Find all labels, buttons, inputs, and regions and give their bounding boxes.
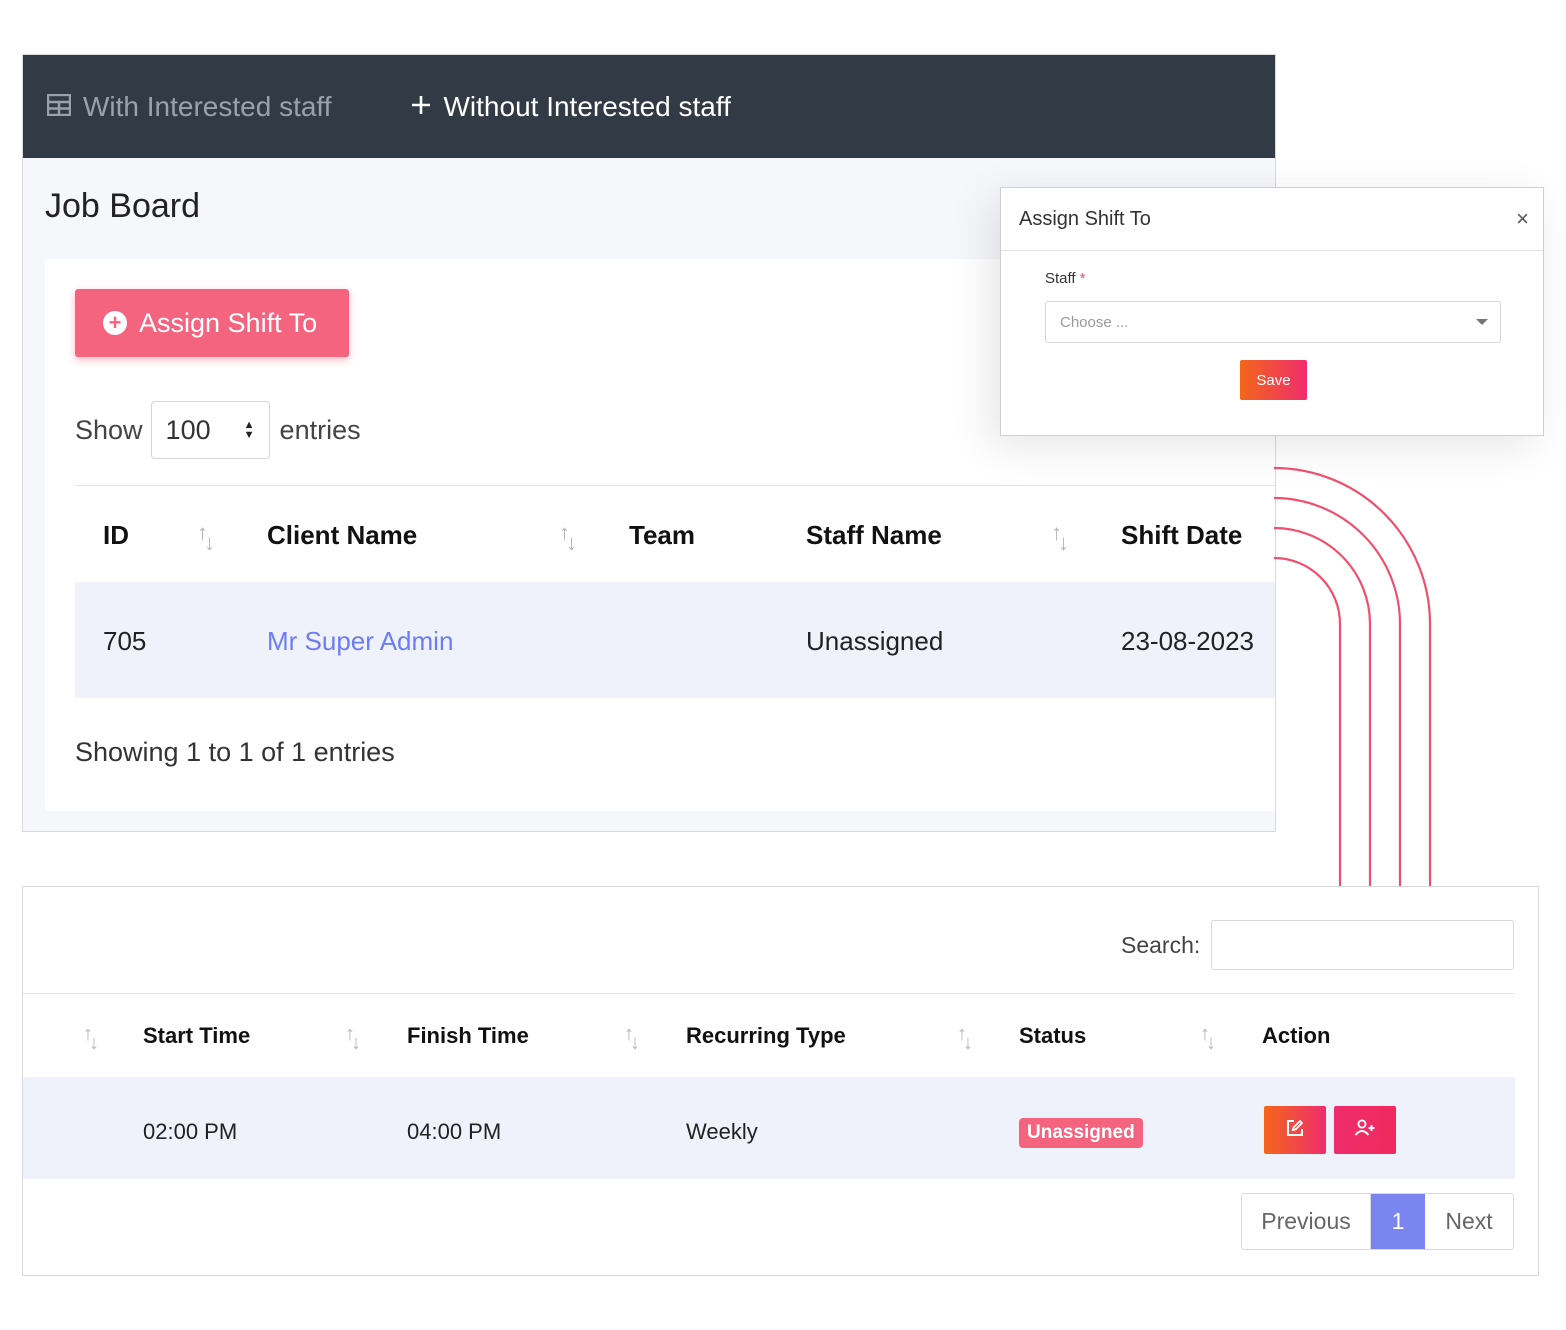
sort-icon[interactable]: ↑↓ <box>1051 520 1069 555</box>
column-header-action: Action <box>1262 1023 1331 1048</box>
cell-shift-date: 23-08-2023 <box>1121 626 1254 656</box>
next-page-button[interactable]: Next <box>1425 1194 1513 1249</box>
search-label: Search: <box>1121 932 1201 958</box>
table-row: 02:00 PM 04:00 PM Weekly Unassigned <box>23 1077 1515 1179</box>
pagination: Previous 1 Next <box>1241 1193 1514 1250</box>
sort-icon[interactable]: ↑↓ <box>1200 1023 1216 1054</box>
sort-icon[interactable]: ↑↓ <box>197 520 215 555</box>
assign-shift-label: Assign Shift To <box>139 307 318 338</box>
table-header: ID ↑↓ Client Name ↑↓ Team Staff Name ↑↓ … <box>75 486 1275 582</box>
page-title: Job Board <box>45 187 200 225</box>
table-icon <box>46 91 72 123</box>
plus-icon <box>410 91 432 123</box>
user-plus-icon <box>1354 1118 1376 1143</box>
modal-title: Assign Shift To <box>1019 207 1151 230</box>
sort-icon[interactable]: ↑↓ <box>957 1023 973 1054</box>
job-board-card: With Interested staff Without Interested… <box>22 54 1276 832</box>
staff-label-text: Staff <box>1045 270 1076 287</box>
staff-select[interactable]: Choose ... <box>1045 301 1501 343</box>
column-header-finish-time[interactable]: Finish Time <box>407 1023 529 1049</box>
tab-without-interested-staff[interactable]: Without Interested staff <box>410 91 731 123</box>
tab-with-interested-staff[interactable]: With Interested staff <box>46 90 332 123</box>
decorative-connector-lines <box>1274 466 1432 890</box>
column-header-status[interactable]: Status <box>1019 1023 1086 1049</box>
sort-icon[interactable]: ↑↓ <box>624 1023 640 1054</box>
table-row: 705 Mr Super Admin Unassigned 23-08-2023 <box>75 582 1275 698</box>
required-mark: * <box>1079 270 1086 287</box>
staff-label: Staff * <box>1045 270 1086 287</box>
divider <box>23 993 1515 994</box>
assign-shift-modal: Assign Shift To × Staff * Choose ... Sav… <box>1000 187 1544 436</box>
tab-label: Without Interested staff <box>443 90 731 122</box>
column-header-client-name[interactable]: Client Name <box>267 520 417 551</box>
entries-select[interactable]: 100 ▲ ▼ <box>150 401 270 459</box>
shift-table-card: Search: ↑↓ Start Time ↑↓ Finish Time ↑↓ … <box>22 886 1539 1276</box>
page-1-button[interactable]: 1 <box>1371 1194 1425 1249</box>
column-header-team: Team <box>629 520 695 550</box>
chevron-down-icon <box>1476 319 1488 325</box>
save-button[interactable]: Save <box>1240 360 1307 400</box>
cell-id: 705 <box>103 626 147 656</box>
tab-label: With Interested staff <box>83 90 332 122</box>
status-badge: Unassigned <box>1019 1118 1143 1148</box>
assign-shift-button[interactable]: + Assign Shift To <box>75 289 349 357</box>
column-header-id[interactable]: ID <box>103 520 129 551</box>
close-icon[interactable]: × <box>1516 206 1529 232</box>
cell-recurring-type: Weekly <box>686 1119 758 1144</box>
cell-start-time: 02:00 PM <box>143 1119 238 1144</box>
column-header-recurring-type[interactable]: Recurring Type <box>686 1023 846 1049</box>
table-info: Showing 1 to 1 of 1 entries <box>75 737 395 767</box>
plus-circle-icon: + <box>103 311 127 335</box>
sort-icon[interactable]: ↑↓ <box>559 520 577 555</box>
assign-user-button[interactable] <box>1334 1106 1396 1154</box>
sort-icon[interactable]: ↑↓ <box>345 1023 361 1054</box>
entries-select-value: 100 <box>165 414 211 445</box>
cell-client-name-link[interactable]: Mr Super Admin <box>267 626 453 657</box>
modal-header: Assign Shift To × <box>1001 188 1543 251</box>
column-header-staff-name[interactable]: Staff Name <box>806 520 942 551</box>
column-header-shift-date[interactable]: Shift Date <box>1121 520 1242 551</box>
cell-finish-time: 04:00 PM <box>407 1119 502 1144</box>
edit-button[interactable] <box>1264 1106 1326 1154</box>
cell-staff-name: Unassigned <box>806 626 944 656</box>
entries-length-control: Show 100 ▲ ▼ entries <box>75 401 361 459</box>
edit-icon <box>1285 1118 1305 1143</box>
select-updown-icon: ▲ ▼ <box>243 419 255 441</box>
sort-icon[interactable]: ↑↓ <box>83 1023 99 1054</box>
entries-label: entries <box>279 414 361 445</box>
column-header-start-time[interactable]: Start Time <box>143 1023 250 1049</box>
tab-bar: With Interested staff Without Interested… <box>23 55 1275 158</box>
job-board-table: ID ↑↓ Client Name ↑↓ Team Staff Name ↑↓ … <box>75 485 1275 698</box>
search-input[interactable] <box>1211 920 1514 970</box>
show-label: Show <box>75 414 143 445</box>
staff-select-placeholder: Choose ... <box>1060 313 1129 331</box>
previous-page-button[interactable]: Previous <box>1242 1194 1371 1249</box>
